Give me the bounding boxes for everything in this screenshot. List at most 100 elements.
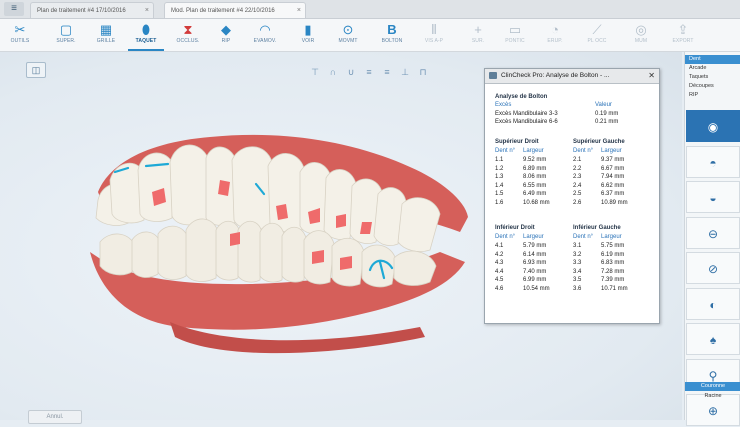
toolbar-label: VIS A-P	[424, 38, 444, 44]
menu-button[interactable]: ≡	[4, 2, 24, 16]
tooth-2-1	[267, 153, 305, 233]
toolbar-label: RIP	[221, 38, 231, 44]
view-bite-icon[interactable]: ⊥	[396, 67, 414, 78]
dent-column-header: Dent n°	[495, 234, 516, 240]
quadrant-title: Inférieur Droit	[495, 225, 535, 231]
dental-3d-model[interactable]	[80, 122, 470, 362]
tooth-4-1	[237, 220, 263, 283]
toolbar: ✂ OUTILS ▢ SUPER. ▦ GRILLE ⬮ TAQUET ⧗ OCCLUS. ◆ RIP…	[0, 19, 740, 52]
dent-column-header: Dent n°	[573, 234, 594, 240]
tooth-number: 3.1	[573, 243, 582, 249]
tab-bar: ≡ Plan de traitement #4 17/10/2016 × Mod…	[0, 0, 740, 19]
tooth-number: 2.4	[573, 182, 582, 189]
tab-label: Plan de traitement #4 17/10/2016	[37, 8, 126, 14]
tooth-movement-button[interactable]: ◓	[686, 145, 740, 178]
tooth-4-3	[185, 218, 219, 282]
bolton-analysis-dialog[interactable]: ClinCheck Pro: Analyse de Bolton - ... ✕…	[484, 68, 660, 324]
tooth-movement-button[interactable]: ◉	[686, 110, 740, 142]
view-front-icon[interactable]: ⊤	[306, 67, 324, 78]
bolton-icon: B	[387, 22, 397, 37]
cancel-button[interactable]: Annul.	[28, 410, 82, 424]
toolbar-button-voir[interactable]: ▮ VOIR	[290, 21, 326, 49]
tooth-number: 4.4	[495, 268, 504, 275]
tooth-number: 2.6	[573, 199, 582, 206]
view-lower-icon[interactable]: ∪	[342, 67, 360, 78]
sidebar-item-taquets[interactable]: Taquets	[685, 73, 740, 82]
toolbar-button-mum[interactable]: ◎ MUM	[623, 21, 659, 49]
torque-icon: ◒	[709, 191, 717, 205]
tooth-movement-button[interactable]: ♠	[686, 323, 740, 355]
largeur-column-header: Largeur	[601, 234, 622, 240]
toolbar-button-vis-a-p[interactable]: ⫴ VIS A-P	[416, 21, 452, 49]
extrusion-icon: ◐	[709, 297, 717, 312]
tooth-2-6	[397, 197, 441, 252]
sidebar-item-decoupes[interactable]: Découpes	[685, 82, 740, 91]
toolbar-button-grille[interactable]: ▦ GRILLE	[88, 21, 124, 49]
analysis-heading: Analyse de Bolton	[495, 94, 548, 100]
toolbar-button-taquet[interactable]: ⬮ TAQUET	[128, 21, 164, 51]
tooth-movement-button[interactable]: ⊘	[686, 252, 740, 284]
dialog-title-bar[interactable]: ClinCheck Pro: Analyse de Bolton - ... ✕	[485, 69, 659, 84]
tooth-1-3	[169, 144, 209, 226]
toolbar-label: BOLTON	[381, 38, 403, 44]
quadrant-title: Inférieur Gauche	[573, 225, 621, 231]
tooth-number: 4.3	[495, 260, 504, 266]
tooth-width: 6.37 mm	[601, 191, 625, 197]
tooth-number: 2.5	[573, 191, 582, 197]
tab-label: Mod. Plan de traitement #4 22/10/2016	[171, 8, 275, 14]
view-lower-jaw-icon[interactable]: ⊓	[414, 67, 432, 78]
tooth-width: 10.89 mm	[601, 199, 628, 206]
tooth-width: 6.99 mm	[523, 277, 547, 283]
tooth-width: 10.68 mm	[523, 199, 550, 206]
close-icon[interactable]: ✕	[648, 69, 655, 83]
sidebar-item-racine[interactable]: Racine	[685, 392, 740, 401]
largeur-column-header: Largeur	[523, 148, 544, 154]
tooth-number: 3.4	[573, 268, 582, 275]
tooth-4-4	[157, 225, 189, 280]
movement-icon: ⊙	[342, 22, 354, 37]
layout-toggle-button[interactable]: ◫	[26, 62, 46, 78]
view-upper-icon[interactable]: ∩	[324, 67, 342, 77]
toolbar-button-erup[interactable]: ◔ ERUP.	[537, 21, 573, 49]
toolbar-button-pontic[interactable]: ▭ PONTIC	[497, 21, 533, 49]
pontic-icon: ▭	[508, 22, 522, 37]
toolbar-label: PL OCC	[587, 38, 607, 44]
add-icon: +	[474, 22, 482, 37]
tooth-number: 3.2	[573, 251, 582, 258]
tooth-width: 9.37 mm	[601, 157, 625, 163]
evaluation-icon: ◠	[259, 22, 271, 37]
toolbar-label: SUR.	[471, 38, 485, 44]
quadrant-title: Supérieur Droit	[495, 139, 539, 145]
toolbar-button-sur[interactable]: + SUR.	[460, 21, 496, 49]
toolbar-button-outils[interactable]: ✂ OUTILS	[2, 21, 38, 49]
tooth-movement-button[interactable]: ⊖	[686, 216, 740, 249]
sidebar-item-arcade[interactable]: Arcade	[685, 64, 740, 73]
tooth-width: 6.14 mm	[523, 251, 547, 258]
tooth-number: 4.5	[495, 277, 504, 283]
toolbar-button-occlus[interactable]: ⧗ OCCLUS.	[170, 21, 206, 49]
toolbar-button-evamov[interactable]: ◠ EVAMOV.	[247, 21, 283, 49]
sidebar-item-rip[interactable]: RIP	[685, 91, 740, 100]
exces-column-header: Excès	[495, 102, 512, 108]
crown-view-icon: ◉	[707, 120, 719, 134]
toolbar-button-pl-occ[interactable]: ⟋ PL OCC	[579, 21, 615, 49]
toolbar-button-bolton[interactable]: B BOLTON	[374, 21, 410, 49]
view-right-icon[interactable]: ≡	[378, 67, 396, 77]
tooth-width: 10.54 mm	[523, 285, 550, 292]
close-icon[interactable]: ×	[297, 3, 301, 19]
toolbar-label: OCCLUS.	[176, 38, 200, 44]
sidebar-item-couronne[interactable]: Couronne	[685, 382, 740, 391]
close-icon[interactable]: ×	[145, 3, 149, 19]
occlusion-icon: ⧗	[183, 22, 193, 37]
valeur-column-header: Valeur	[595, 102, 612, 108]
tab-plan-17[interactable]: Plan de traitement #4 17/10/2016 ×	[30, 2, 154, 18]
toolbar-button-export[interactable]: ⇪ EXPORT	[665, 21, 701, 49]
toolbar-button-super[interactable]: ▢ SUPER.	[48, 21, 84, 49]
sidebar-item-dent[interactable]: Dent	[685, 55, 740, 64]
toolbar-button-movmt[interactable]: ⊙ MOVMT	[330, 21, 366, 49]
tab-plan-22[interactable]: Mod. Plan de traitement #4 22/10/2016 ×	[164, 2, 306, 18]
toolbar-button-rip[interactable]: ◆ RIP	[208, 21, 244, 49]
tooth-movement-button[interactable]: ◐	[686, 287, 740, 320]
view-left-icon[interactable]: ≡	[360, 67, 378, 77]
tooth-movement-button[interactable]: ◒	[686, 181, 740, 213]
